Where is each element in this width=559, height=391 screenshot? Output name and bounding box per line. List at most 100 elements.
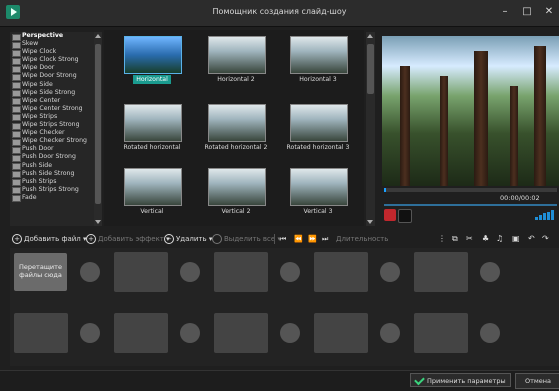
add-effect-button[interactable]: + Добавить эффект ▾ <box>86 232 170 246</box>
crop-icon[interactable]: ⧉ <box>452 234 461 243</box>
effect-item[interactable]: Fade <box>10 194 94 203</box>
volume-indicator[interactable] <box>535 210 557 220</box>
media-slot[interactable] <box>114 313 168 353</box>
maximize-button[interactable]: □ <box>518 4 536 20</box>
effect-item[interactable]: Wipe Door <box>10 64 94 73</box>
more-icon[interactable]: ⋮ <box>438 234 447 243</box>
first-frame-icon[interactable]: ⏮ <box>280 232 286 246</box>
effect-item[interactable]: Wipe Side <box>10 81 94 90</box>
thumb-preview <box>290 104 348 142</box>
media-slot[interactable] <box>214 252 268 292</box>
last-frame-icon[interactable]: ⏭ <box>322 232 328 246</box>
seek-fill <box>384 188 386 192</box>
transition-thumb[interactable]: Rotated horizontal 3 <box>274 100 354 160</box>
effect-item[interactable]: Wipe Checker <box>10 129 94 138</box>
effect-item[interactable]: Wipe Side Strong <box>10 89 94 98</box>
add-file-button[interactable]: + Добавить файл ▾ <box>12 232 87 246</box>
scrollbar-thumb[interactable] <box>95 44 101 204</box>
thumb-preview <box>124 168 182 206</box>
minimize-button[interactable]: – <box>496 4 514 20</box>
drop-files-area[interactable]: Перетащите файлы сюда <box>14 253 67 291</box>
effect-item[interactable]: Push Side <box>10 162 94 170</box>
effect-item[interactable]: Wipe Strips <box>10 113 94 122</box>
scroll-down-icon[interactable] <box>95 220 101 224</box>
media-slot[interactable] <box>314 313 368 353</box>
effect-item[interactable]: Skew <box>10 40 94 49</box>
gallery-scrollbar[interactable] <box>366 32 375 226</box>
effect-item[interactable]: Wipe Clock <box>10 48 94 57</box>
close-button[interactable]: ✕ <box>540 4 558 20</box>
transition-slot[interactable] <box>380 323 400 343</box>
media-slot[interactable] <box>114 252 168 292</box>
select-all-button[interactable]: Выделить все ▾ <box>212 232 281 246</box>
delete-button[interactable]: − Удалить ▾ <box>164 232 212 246</box>
undo-icon[interactable]: ↶ <box>528 234 537 243</box>
effect-item[interactable]: Wipe Center Strong <box>10 105 94 114</box>
media-slot[interactable] <box>14 313 68 353</box>
transition-thumb[interactable]: Vertical <box>108 164 188 224</box>
transition-slot[interactable] <box>380 262 400 282</box>
redo-icon[interactable]: ↷ <box>542 234 551 243</box>
effect-item[interactable]: Wipe Center <box>10 97 94 106</box>
media-slot[interactable] <box>314 252 368 292</box>
forward-icon[interactable]: ⏩ <box>308 232 317 246</box>
effects-list[interactable]: Perspective Skew Wipe Clock Wipe Clock S… <box>10 32 94 226</box>
export-icon[interactable]: ▣ <box>512 234 521 243</box>
thumb-label: Horizontal 3 <box>299 76 337 83</box>
transition-slot[interactable] <box>280 262 300 282</box>
effect-item[interactable]: Wipe Clock Strong <box>10 56 94 65</box>
plus-circle-icon: + <box>12 234 22 244</box>
thumb-label: Vertical 2 <box>221 208 251 215</box>
transition-slot[interactable] <box>280 323 300 343</box>
effect-item[interactable]: Wipe Strips Strong <box>10 121 94 130</box>
rewind-icon[interactable]: ⏪ <box>294 232 303 246</box>
transition-slot[interactable] <box>80 323 100 343</box>
effects-scrollbar[interactable] <box>94 32 102 226</box>
transition-slot[interactable] <box>180 262 200 282</box>
transition-thumb[interactable]: Horizontal 3 <box>274 32 354 92</box>
effect-item[interactable]: Push Door <box>10 145 94 154</box>
effect-item[interactable]: Perspective <box>10 32 94 41</box>
thumb-label: Vertical 3 <box>303 208 333 215</box>
tree-trunk <box>400 66 410 186</box>
effect-item[interactable]: Push Side Strong <box>10 170 94 179</box>
slideshow-wizard-window: Помощник создания слайд-шоу – □ ✕ Perspe… <box>0 0 559 391</box>
media-slot[interactable] <box>214 313 268 353</box>
scroll-up-icon[interactable] <box>95 34 101 38</box>
tree-trunk <box>440 76 448 186</box>
transition-thumb[interactable]: Vertical 2 <box>192 164 272 224</box>
plus-circle-icon: + <box>86 234 96 244</box>
thumb-label: Rotated horizontal 3 <box>286 144 350 151</box>
transition-slot[interactable] <box>80 262 100 282</box>
effect-item[interactable]: Wipe Door Strong <box>10 72 94 81</box>
duration-field[interactable]: Длительность <box>336 232 388 246</box>
transition-slot[interactable] <box>480 262 500 282</box>
media-slot[interactable] <box>414 252 468 292</box>
scroll-up-icon[interactable] <box>367 34 373 38</box>
effect-item[interactable]: Wipe Checker Strong <box>10 137 94 146</box>
transition-thumb[interactable]: Vertical 3 <box>274 164 354 224</box>
effect-item[interactable]: Push Door Strong <box>10 153 94 162</box>
scrollbar-thumb[interactable] <box>367 44 374 94</box>
transition-thumb[interactable]: Horizontal 2 <box>192 32 272 92</box>
effect-item[interactable]: Push Strips <box>10 178 94 187</box>
audio-icon[interactable]: ♫ <box>496 234 505 243</box>
effects-icon[interactable]: ♣ <box>482 234 491 243</box>
tree-trunk <box>534 46 546 186</box>
stop-button[interactable] <box>398 209 412 223</box>
transition-thumb[interactable]: Rotated horizontal 2 <box>192 100 272 160</box>
transition-slot[interactable] <box>480 323 500 343</box>
transition-thumb[interactable]: Horizontal <box>108 32 188 92</box>
scroll-down-icon[interactable] <box>367 220 373 224</box>
preview-seek-slider[interactable] <box>384 188 557 192</box>
transition-thumb[interactable]: Rotated horizontal <box>108 100 188 160</box>
media-slot[interactable] <box>414 313 468 353</box>
effect-item[interactable]: Push Strips Strong <box>10 186 94 195</box>
record-button[interactable] <box>384 209 396 221</box>
apply-settings-button[interactable]: Применить параметры <box>410 373 511 387</box>
cut-icon[interactable]: ✂ <box>466 234 475 243</box>
checkmark-icon <box>414 374 425 386</box>
transition-slot[interactable] <box>180 323 200 343</box>
thumb-preview <box>124 36 182 74</box>
cancel-button[interactable]: Отмена <box>515 373 559 389</box>
